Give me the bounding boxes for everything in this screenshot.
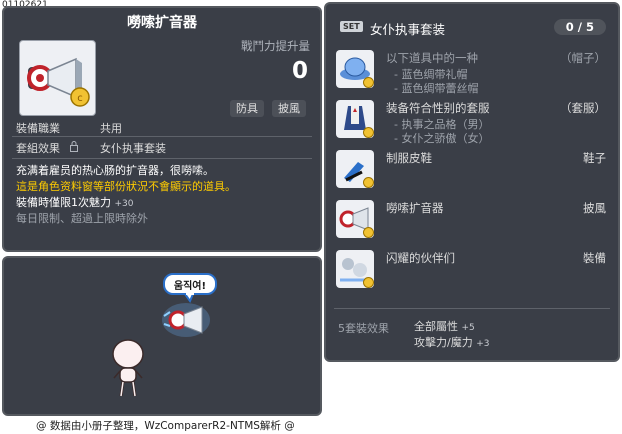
avatar-preview-panel: 움직여!	[2, 256, 322, 416]
coin-icon	[363, 127, 374, 138]
desc-line-1: 充满着雇员的热心肠的扩音器，很嘮嗦。	[16, 164, 214, 177]
set-item-name: 嘮嗦扩音器	[386, 201, 444, 215]
desc-line-2: 這是角色资料窗等部份狀況不會顯示的道具。	[16, 180, 236, 193]
megaphone-icon: c	[27, 57, 90, 107]
item-icon-frame: c	[19, 40, 96, 116]
charm-label: 裝備時僅限1次魅力	[16, 196, 111, 209]
divider	[12, 158, 312, 159]
desc-line-4: 每日限制、超過上限時除外	[16, 212, 148, 225]
coin-icon	[363, 77, 374, 88]
svg-text:c: c	[77, 93, 83, 104]
power-label: 戰鬥力提升量	[241, 39, 310, 53]
speech-bubble: 움직여!	[163, 273, 219, 304]
set-item-name: 装备符合性别的套服	[386, 101, 490, 115]
set-item-companions: 闪耀的伙伴们 裝備	[336, 250, 612, 298]
hat-icon	[336, 50, 374, 88]
megaphone-icon	[336, 200, 374, 238]
job-value: 共用	[100, 122, 122, 135]
divider	[12, 136, 312, 137]
set-item-sub: - 女仆之骄傲（女）	[394, 132, 490, 145]
charm-bonus: +30	[114, 199, 134, 209]
set-count: 0 / 5	[553, 19, 606, 35]
set-item-name: 制服皮鞋	[386, 151, 432, 165]
set-panel: SET 女仆执事套装 0 / 5 以下道具中的一种 （帽子） - 蓝色绸带礼帽 …	[324, 2, 620, 362]
lock-icon	[70, 141, 78, 152]
set-effect-label: 套組效果	[16, 142, 60, 155]
tag-armor: 防具	[230, 100, 264, 117]
set-name: 女仆执事套装	[370, 22, 446, 37]
job-label: 裝備職業	[16, 122, 60, 135]
set-item-hat: 以下道具中的一种 （帽子） - 蓝色绸带礼帽 - 蓝色绸带蕾丝帽	[336, 50, 612, 98]
effect-atk-value: +3	[476, 339, 490, 349]
speech-bubble-text: 움직여!	[173, 281, 207, 292]
coin-icon	[363, 227, 374, 238]
megaphone-preview-icon	[162, 303, 210, 337]
set-effect-value: 女仆执事套装	[100, 142, 166, 155]
suit-icon	[336, 100, 374, 138]
set-item-name: 闪耀的伙伴们	[386, 251, 455, 265]
set-effect-label: 5套裝效果	[338, 322, 389, 335]
coin-icon	[363, 277, 374, 288]
footer-credit: @ 数据由小册子整理，WzComparerR2-NTMS解析 @	[36, 420, 295, 432]
character-avatar	[112, 339, 144, 397]
set-item-suit: 装备符合性别的套服 （套服） - 执事之品格（男） - 女仆之骄傲（女）	[336, 100, 612, 148]
effect-all-label: 全部屬性	[414, 320, 458, 333]
set-item-slot: （帽子）	[560, 51, 606, 65]
set-item-slot: （套服）	[560, 101, 606, 115]
set-item-slot: 裝備	[583, 251, 606, 265]
item-title: 嘮嗦扩音器	[127, 15, 197, 31]
set-badge: SET	[340, 21, 363, 32]
divider	[334, 308, 610, 309]
set-item-shoes: 制服皮鞋 鞋子	[336, 150, 612, 198]
item-tooltip-panel: 嘮嗦扩音器 c 戰鬥力提升量 0 防具 披風 裝備職業 共用 套組效果 女仆执事…	[2, 6, 322, 252]
effect-all-stats: 全部屬性 +5	[414, 318, 475, 334]
coin-icon	[363, 177, 374, 188]
effect-attack: 攻擊力/魔力 +3	[414, 334, 490, 350]
desc-line-3: 裝備時僅限1次魅力 +30	[16, 194, 134, 210]
power-value: 0	[291, 58, 308, 84]
set-item-slot: 鞋子	[583, 151, 606, 165]
set-item-name: 以下道具中的一种	[386, 51, 478, 65]
set-item-megaphone: 嘮嗦扩音器 披風	[336, 200, 612, 248]
set-item-sub: - 蓝色绸带蕾丝帽	[394, 82, 479, 95]
set-item-slot: 披風	[583, 201, 606, 215]
effect-atk-label: 攻擊力/魔力	[414, 336, 473, 349]
tag-cape: 披風	[272, 100, 306, 117]
effect-all-value: +5	[461, 323, 475, 333]
shoes-icon	[336, 150, 374, 188]
companions-icon	[336, 250, 374, 288]
